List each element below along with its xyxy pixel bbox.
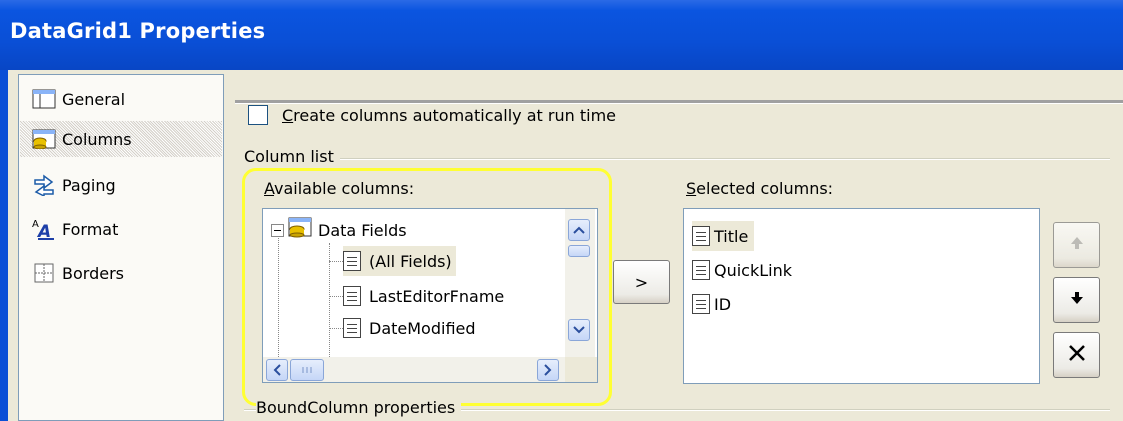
svg-text:A: A	[36, 222, 51, 240]
nav-item-paging[interactable]: Paging	[20, 167, 222, 203]
field-icon	[692, 260, 710, 280]
selected-columns-list[interactable]: Title QuickLink ID	[683, 208, 1040, 384]
auto-columns-label: Create columns automatically at run time	[282, 105, 616, 125]
auto-columns-checkbox[interactable]	[248, 105, 268, 125]
column-list-label: Column list	[244, 147, 340, 166]
nav-item-label: Format	[62, 219, 119, 239]
selected-item-title[interactable]: Title	[692, 221, 755, 251]
field-icon	[692, 226, 710, 246]
list-item-label: QuickLink	[714, 260, 793, 280]
add-column-label: >	[634, 272, 649, 292]
nav-item-label: Paging	[62, 175, 116, 195]
general-icon	[32, 88, 56, 110]
nav-item-borders[interactable]: Borders	[20, 255, 222, 291]
columns-icon	[32, 128, 56, 150]
window-title: DataGrid1 Properties	[10, 19, 266, 43]
auto-columns-option[interactable]: Create columns automatically at run time	[248, 105, 616, 125]
title-bar[interactable]: DataGrid1 Properties	[0, 0, 1123, 70]
selected-item-quicklink[interactable]: QuickLink	[692, 255, 792, 285]
nav-item-format[interactable]: AA Format	[20, 211, 222, 247]
borders-icon	[32, 262, 56, 284]
nav-panel: General Columns Paging AA Format Borders	[18, 74, 224, 421]
nav-item-columns[interactable]: Columns	[20, 121, 222, 157]
delete-button[interactable]	[1053, 332, 1100, 378]
column-list-group-line	[244, 158, 1110, 160]
list-item-label: ID	[714, 294, 732, 314]
selected-item-id[interactable]: ID	[692, 289, 731, 319]
header-divider	[235, 100, 1123, 104]
nav-item-label: Borders	[62, 263, 124, 283]
format-icon: AA	[32, 218, 56, 240]
delete-x-icon	[1067, 343, 1087, 367]
move-down-button[interactable]	[1053, 277, 1100, 323]
nav-item-label: Columns	[62, 129, 132, 149]
bound-column-label: BoundColumn properties	[256, 398, 462, 417]
arrow-down-icon	[1069, 290, 1085, 310]
add-column-button[interactable]: >	[613, 260, 670, 304]
nav-item-label: General	[62, 89, 126, 109]
list-item-label: Title	[714, 226, 749, 246]
highlight-rectangle	[242, 168, 612, 406]
nav-item-general[interactable]: General	[20, 81, 222, 117]
paging-icon	[32, 174, 56, 196]
move-up-button[interactable]	[1053, 222, 1100, 268]
arrow-up-icon	[1069, 235, 1085, 255]
selected-columns-label: Selected columns:	[686, 179, 834, 198]
field-icon	[692, 294, 710, 314]
